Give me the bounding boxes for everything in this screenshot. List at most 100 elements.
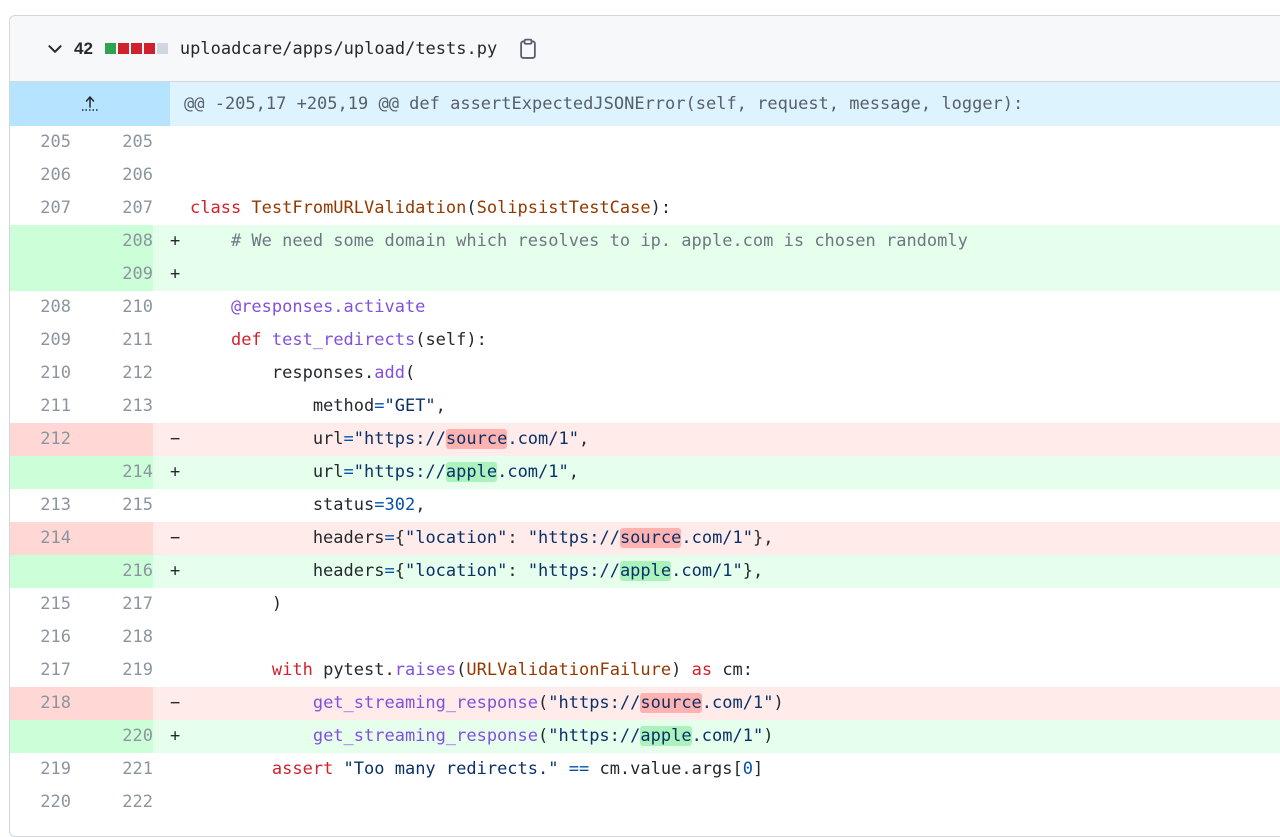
code-token: ) bbox=[671, 660, 692, 680]
code-token: "https:// bbox=[548, 693, 641, 713]
code-token: , bbox=[578, 429, 590, 449]
new-line-number[interactable]: 212 bbox=[71, 357, 153, 390]
code-token: = bbox=[384, 528, 395, 548]
code-text: ) bbox=[190, 594, 282, 614]
new-line-number[interactable]: 221 bbox=[71, 753, 153, 786]
code-token: add bbox=[374, 363, 405, 383]
diff-line-deleted: 218 − get_streaming_response("https://sou… bbox=[10, 687, 1280, 720]
old-line-number[interactable] bbox=[10, 225, 71, 258]
code-token: raises bbox=[394, 660, 457, 680]
old-line-number[interactable]: 208 bbox=[10, 291, 71, 324]
code-token: .com/1" bbox=[681, 528, 754, 548]
new-line-number[interactable]: 213 bbox=[71, 390, 153, 423]
old-line-number[interactable] bbox=[10, 720, 71, 753]
code-token: URLValidationFailure bbox=[466, 660, 672, 680]
new-line-number[interactable] bbox=[71, 687, 153, 720]
code-line: ) bbox=[153, 588, 1280, 621]
old-line-number[interactable] bbox=[10, 456, 71, 489]
code-token: responses. bbox=[190, 363, 375, 383]
code-text: url="https://source.com/1", bbox=[190, 429, 589, 449]
new-line-number[interactable]: 219 bbox=[71, 654, 153, 687]
code-text: headers={"location": "https://apple.com/… bbox=[190, 561, 763, 581]
code-token: .com/1" bbox=[701, 693, 774, 713]
new-line-number[interactable]: 211 bbox=[71, 324, 153, 357]
old-line-number[interactable]: 205 bbox=[10, 126, 71, 159]
code-token: headers bbox=[190, 528, 385, 548]
code-token: .com/1" bbox=[497, 462, 569, 482]
code-token: ): bbox=[650, 198, 672, 218]
diff-line-context: 210 212 responses.add( bbox=[10, 357, 1280, 390]
old-line-number[interactable]: 207 bbox=[10, 192, 71, 225]
code-text: method="GET", bbox=[190, 396, 446, 416]
old-line-number[interactable] bbox=[10, 258, 71, 291]
diff-line-context: 205 205 bbox=[10, 126, 1280, 159]
old-line-number[interactable]: 217 bbox=[10, 654, 71, 687]
code-token: "https:// bbox=[353, 429, 446, 449]
new-line-number[interactable]: 205 bbox=[71, 126, 153, 159]
diff-line-added: 220 + get_streaming_response("https://app… bbox=[10, 720, 1280, 753]
code-line: responses.add( bbox=[153, 357, 1280, 390]
diff-sign: + bbox=[170, 264, 181, 284]
code-line: + bbox=[153, 258, 1280, 291]
code-token: 302 bbox=[384, 495, 416, 515]
old-line-number[interactable]: 210 bbox=[10, 357, 71, 390]
code-token: "https:// bbox=[353, 462, 446, 482]
code-token: url bbox=[190, 462, 344, 482]
code-text: headers={"location": "https://source.com… bbox=[190, 528, 774, 548]
old-line-number[interactable]: 209 bbox=[10, 324, 71, 357]
code-line: status=302, bbox=[153, 489, 1280, 522]
code-token: as bbox=[691, 660, 723, 680]
code-token: pytest. bbox=[323, 660, 395, 680]
new-line-number[interactable]: 209 bbox=[71, 258, 153, 291]
new-line-number[interactable]: 216 bbox=[71, 555, 153, 588]
new-line-number[interactable]: 210 bbox=[71, 291, 153, 324]
code-token: assert bbox=[271, 759, 344, 779]
old-line-number[interactable]: 212 bbox=[10, 423, 71, 456]
code-token: @responses.activate bbox=[230, 297, 426, 317]
diff-line-deleted: 212 − url="https://source.com/1", bbox=[10, 423, 1280, 456]
diff-line-context: 216 218 bbox=[10, 621, 1280, 654]
old-line-number[interactable]: 215 bbox=[10, 588, 71, 621]
chevron-down-icon[interactable] bbox=[46, 40, 64, 58]
new-line-number[interactable]: 206 bbox=[71, 159, 153, 192]
code-token: cm: bbox=[722, 660, 754, 680]
code-token: , bbox=[435, 396, 446, 416]
old-line-number[interactable]: 218 bbox=[10, 687, 71, 720]
new-line-number[interactable] bbox=[71, 423, 153, 456]
old-line-number[interactable]: 211 bbox=[10, 390, 71, 423]
hunk-header: @@ -205,17 +205,19 @@ def assertExpected… bbox=[184, 94, 1024, 114]
expand-up-button[interactable] bbox=[10, 82, 170, 126]
new-line-number[interactable]: 220 bbox=[71, 720, 153, 753]
old-line-number[interactable]: 206 bbox=[10, 159, 71, 192]
new-line-number[interactable]: 214 bbox=[71, 456, 153, 489]
old-line-number[interactable]: 219 bbox=[10, 753, 71, 786]
code-token: ( bbox=[466, 198, 477, 218]
code-token: = bbox=[374, 396, 385, 416]
code-line: + get_streaming_response("https://apple.… bbox=[153, 720, 1280, 753]
new-line-number[interactable]: 217 bbox=[71, 588, 153, 621]
new-line-number[interactable]: 208 bbox=[71, 225, 153, 258]
old-line-number[interactable]: 216 bbox=[10, 621, 71, 654]
file-path[interactable]: uploadcare/apps/upload/tests.py bbox=[180, 39, 497, 59]
code-text: responses.add( bbox=[190, 363, 415, 383]
code-token: SolipsistTestCase bbox=[476, 198, 651, 218]
old-line-number[interactable] bbox=[10, 555, 71, 588]
diff-line-context: 209 211 def test_redirects(self): bbox=[10, 324, 1280, 357]
new-line-number[interactable]: 222 bbox=[71, 786, 153, 819]
old-line-number[interactable]: 213 bbox=[10, 489, 71, 522]
code-line: − url="https://source.com/1", bbox=[153, 423, 1280, 456]
diff-table: @@ -205,17 +205,19 @@ def assertExpected… bbox=[10, 82, 1280, 819]
code-token: apple bbox=[445, 462, 498, 482]
code-token: = bbox=[374, 495, 385, 515]
new-line-number[interactable]: 215 bbox=[71, 489, 153, 522]
old-line-number[interactable]: 220 bbox=[10, 786, 71, 819]
new-line-number[interactable] bbox=[71, 522, 153, 555]
new-line-number[interactable]: 207 bbox=[71, 192, 153, 225]
clipboard-icon[interactable] bbox=[517, 38, 539, 60]
new-line-number[interactable]: 218 bbox=[71, 621, 153, 654]
old-line-number[interactable]: 214 bbox=[10, 522, 71, 555]
